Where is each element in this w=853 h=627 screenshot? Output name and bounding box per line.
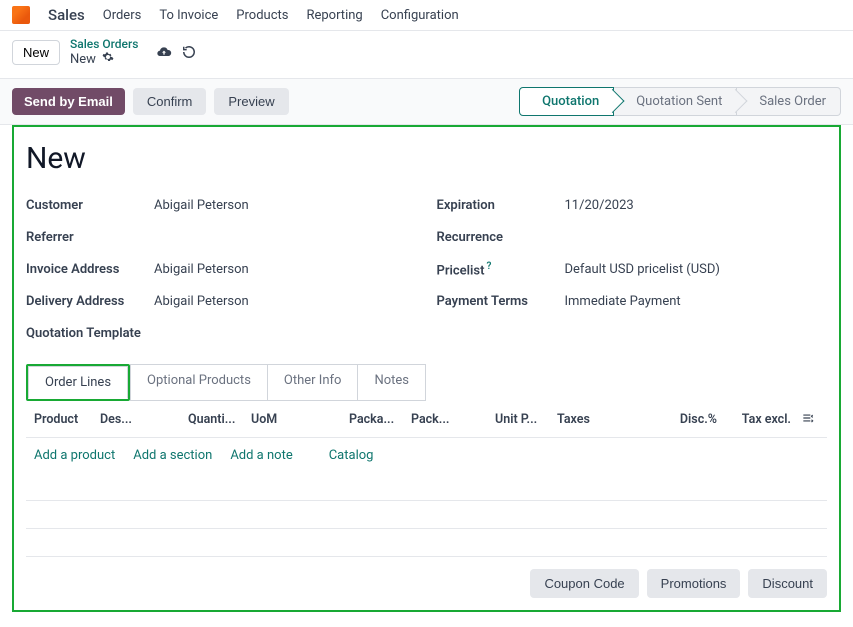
- line-actions: Add a product Add a section Add a note C…: [26, 438, 827, 473]
- tab-other-info[interactable]: Other Info: [267, 364, 359, 401]
- col-quantity: Quanti...: [188, 412, 243, 427]
- tab-optional-products[interactable]: Optional Products: [130, 364, 268, 401]
- col-description: Des...: [100, 412, 180, 427]
- breadcrumb-bar: New Sales Orders New: [0, 31, 853, 78]
- add-product-link[interactable]: Add a product: [34, 448, 115, 463]
- payment-terms-label: Payment Terms: [437, 294, 565, 309]
- page-title: New: [26, 141, 827, 176]
- quotation-template-label: Quotation Template: [26, 326, 154, 341]
- pricelist-help-icon[interactable]: ?: [486, 261, 491, 272]
- referrer-label: Referrer: [26, 230, 154, 245]
- delivery-address-field[interactable]: Abigail Peterson: [154, 294, 249, 309]
- expiration-label: Expiration: [437, 198, 565, 213]
- catalog-link[interactable]: Catalog: [329, 448, 374, 463]
- nav-configuration[interactable]: Configuration: [381, 8, 459, 23]
- add-note-link[interactable]: Add a note: [230, 448, 292, 463]
- col-discount: Disc.%: [655, 412, 717, 427]
- coupon-code-button[interactable]: Coupon Code: [530, 569, 638, 598]
- preview-button[interactable]: Preview: [214, 88, 288, 115]
- order-lines-header: Product Des... Quanti... UoM Packa... Pa…: [26, 401, 827, 438]
- footer-actions: Coupon Code Promotions Discount: [26, 557, 827, 598]
- tab-notes[interactable]: Notes: [357, 364, 426, 401]
- pricelist-field[interactable]: Default USD pricelist (USD): [565, 262, 720, 277]
- columns-settings-icon[interactable]: [799, 411, 817, 429]
- status-bar: Quotation Quotation Sent Sales Order: [519, 87, 841, 116]
- form-sheet: New Customer Abigail Peterson Referrer I…: [12, 125, 841, 612]
- table-row: [26, 473, 827, 501]
- table-row: [26, 501, 827, 529]
- customer-label: Customer: [26, 198, 154, 213]
- add-section-link[interactable]: Add a section: [133, 448, 212, 463]
- table-row: [26, 529, 827, 557]
- tab-order-lines[interactable]: Order Lines: [28, 366, 128, 399]
- pricelist-label: Pricelist?: [437, 261, 565, 278]
- cloud-upload-icon[interactable]: [156, 44, 172, 60]
- col-tax-excl: Tax excl.: [725, 412, 791, 427]
- col-product: Product: [34, 412, 92, 427]
- nav-reporting[interactable]: Reporting: [306, 8, 362, 23]
- breadcrumb-parent[interactable]: Sales Orders: [70, 37, 138, 51]
- confirm-button[interactable]: Confirm: [133, 88, 207, 115]
- app-name[interactable]: Sales: [48, 6, 85, 24]
- undo-icon[interactable]: [182, 45, 196, 59]
- col-packaging: Packa...: [349, 412, 403, 427]
- delivery-address-label: Delivery Address: [26, 294, 154, 309]
- gear-icon[interactable]: [102, 51, 114, 68]
- invoice-address-field[interactable]: Abigail Peterson: [154, 262, 249, 277]
- top-nav: Sales Orders To Invoice Products Reporti…: [0, 0, 853, 31]
- nav-products[interactable]: Products: [236, 8, 288, 23]
- customer-field[interactable]: Abigail Peterson: [154, 198, 249, 213]
- invoice-address-label: Invoice Address: [26, 262, 154, 277]
- stage-quotation-sent[interactable]: Quotation Sent: [614, 87, 737, 116]
- breadcrumb-current: New: [70, 52, 96, 68]
- app-logo: [12, 6, 30, 24]
- stage-sales-order[interactable]: Sales Order: [737, 87, 841, 116]
- stage-quotation[interactable]: Quotation: [519, 87, 614, 116]
- action-bar: Send by Email Confirm Preview Quotation …: [0, 78, 853, 125]
- col-taxes: Taxes: [557, 412, 647, 427]
- recurrence-label: Recurrence: [437, 230, 565, 245]
- promotions-button[interactable]: Promotions: [647, 569, 741, 598]
- send-by-email-button[interactable]: Send by Email: [12, 88, 125, 115]
- nav-orders[interactable]: Orders: [103, 8, 142, 23]
- nav-to-invoice[interactable]: To Invoice: [159, 8, 218, 23]
- new-button[interactable]: New: [12, 40, 60, 65]
- col-pack-qty: Pack...: [411, 412, 487, 427]
- col-unit-price: Unit P...: [495, 412, 549, 427]
- col-uom: UoM: [251, 412, 341, 427]
- expiration-field[interactable]: 11/20/2023: [565, 198, 634, 213]
- discount-button[interactable]: Discount: [748, 569, 827, 598]
- payment-terms-field[interactable]: Immediate Payment: [565, 294, 681, 309]
